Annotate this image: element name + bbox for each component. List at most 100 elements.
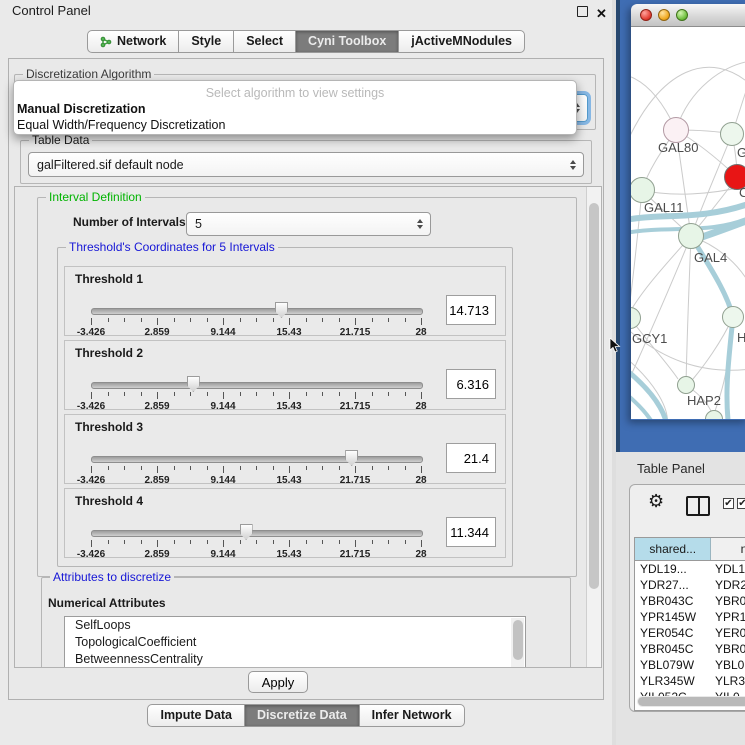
- threshold-value-input[interactable]: [446, 443, 496, 473]
- numerical-attributes-list[interactable]: SelfLoopsTopologicalCoefficientBetweenne…: [64, 616, 526, 668]
- float-window-icon[interactable]: [577, 6, 588, 17]
- slider-track[interactable]: [91, 456, 423, 463]
- slider-track[interactable]: [91, 382, 423, 389]
- network-node-ga[interactable]: [720, 122, 744, 146]
- network-icon: [100, 36, 112, 48]
- table-cell: YBR0: [712, 593, 745, 609]
- split-columns-icon[interactable]: [686, 496, 710, 516]
- table-data-combobox[interactable]: galFiltered.sif default node: [28, 152, 584, 177]
- attribute-item-selfloops[interactable]: SelfLoops: [65, 617, 525, 634]
- slider-tick-labels: -3.4262.8599.14415.4321.71528: [91, 401, 421, 413]
- threshold-value-input[interactable]: [446, 369, 496, 399]
- settings-scroll-area: Interval Definition Number of Intervals …: [14, 186, 602, 668]
- tab-discretize-data[interactable]: Discretize Data: [244, 704, 360, 727]
- control-panel-titlebar: Control Panel ✕: [0, 0, 612, 22]
- tab-label: Style: [191, 31, 221, 52]
- dropdown-options: Manual DiscretizationEqual Width/Frequen…: [14, 102, 576, 133]
- threshold-panel: Threshold 3 -3.4262.8599.14415.4321.7152…: [64, 414, 506, 484]
- group-label-discretization-algorithm: Discretization Algorithm: [23, 67, 154, 81]
- gear-icon[interactable]: ⚙: [648, 491, 664, 512]
- slider-tick-labels: -3.4262.8599.14415.4321.71528: [91, 475, 421, 487]
- table-cell: YPR145W: [635, 609, 712, 625]
- tab-style[interactable]: Style: [178, 30, 234, 53]
- table-row[interactable]: YPR145WYPR1: [635, 609, 745, 625]
- threshold-value-input[interactable]: [446, 295, 496, 325]
- checkbox-icon[interactable]: ✔: [737, 498, 745, 509]
- slider-thumb[interactable]: [275, 302, 288, 318]
- network-node-hap2[interactable]: [677, 376, 695, 394]
- network-node-gal4[interactable]: [678, 223, 704, 249]
- threshold-slider[interactable]: -3.4262.8599.14415.4321.71528: [91, 379, 421, 411]
- table-data-combo-value: galFiltered.sif default node: [37, 158, 184, 172]
- tab-cyni-toolbox[interactable]: Cyni Toolbox: [295, 30, 399, 53]
- algorithm-option-equal-width-frequency-discretization[interactable]: Equal Width/Frequency Discretization: [14, 118, 576, 134]
- tab-select[interactable]: Select: [233, 30, 296, 53]
- table-row[interactable]: YBR045CYBR0: [635, 641, 745, 657]
- tab-label: Discretize Data: [257, 705, 347, 726]
- zoom-traffic-light-icon[interactable]: [676, 9, 688, 21]
- algorithm-option-manual-discretization[interactable]: Manual Discretization: [14, 102, 576, 118]
- network-window-titlebar: [631, 4, 745, 27]
- desktop-edge: [616, 0, 620, 452]
- tab-infer-network[interactable]: Infer Network: [359, 704, 465, 727]
- slider-thumb[interactable]: [187, 376, 200, 392]
- table-row[interactable]: YDR27...YDR2: [635, 577, 745, 593]
- threshold-panel: Threshold 4 -3.4262.8599.14415.4321.7152…: [64, 488, 506, 558]
- slider-track[interactable]: [91, 530, 423, 537]
- tab-label: Cyni Toolbox: [308, 31, 386, 52]
- attribute-item-betweennesscentrality[interactable]: BetweennessCentrality: [65, 651, 525, 668]
- number-of-intervals-spinner[interactable]: 5: [186, 212, 431, 236]
- list-scrollbar[interactable]: [511, 618, 524, 668]
- screenshot-root: Control Panel ✕ Network Style Select Cyni T…: [0, 0, 745, 745]
- slider-ticks: [91, 392, 421, 400]
- threshold-value-input[interactable]: [446, 517, 496, 547]
- node-label: H: [737, 330, 745, 345]
- attribute-item-topologicalcoefficient[interactable]: TopologicalCoefficient: [65, 634, 525, 651]
- column-header-1[interactable]: na: [711, 538, 745, 560]
- slider-thumb[interactable]: [345, 450, 358, 466]
- table-row[interactable]: YER054CYER0: [635, 625, 745, 641]
- table-cell: YBR0: [712, 641, 745, 657]
- slider-ticks: [91, 318, 421, 326]
- slider-track[interactable]: [91, 308, 423, 315]
- apply-button[interactable]: Apply: [248, 671, 308, 693]
- threshold-label: Threshold 4: [75, 494, 143, 508]
- table-row[interactable]: YDL19...YDL1: [635, 561, 745, 577]
- tab-jactivemnodules[interactable]: jActiveMNodules: [398, 30, 525, 53]
- number-of-intervals-value: 5: [195, 217, 202, 231]
- threshold-slider[interactable]: -3.4262.8599.14415.4321.71528: [91, 453, 421, 485]
- close-icon[interactable]: ✕: [596, 3, 607, 25]
- checkbox-icon[interactable]: ✔: [723, 498, 734, 509]
- node-table: shared...na YDL19...YDL1YDR27...YDR2YBR0…: [634, 537, 745, 711]
- control-panel: Control Panel ✕ Network Style Select Cyni T…: [0, 0, 612, 745]
- node-label: HAP2: [687, 393, 721, 408]
- close-traffic-light-icon[interactable]: [640, 9, 652, 21]
- table-row[interactable]: YLR345WYLR3: [635, 673, 745, 689]
- table-panel-title: Table Panel: [637, 461, 705, 476]
- slider-ticks: [91, 466, 421, 474]
- threshold-slider[interactable]: -3.4262.8599.14415.4321.71528: [91, 305, 421, 337]
- settings-scrollbar[interactable]: [586, 187, 601, 667]
- threshold-label: Threshold 3: [75, 420, 143, 434]
- network-node-h[interactable]: [722, 306, 744, 328]
- table-row[interactable]: YBL079WYBL0: [635, 657, 745, 673]
- panel-title: Control Panel: [12, 3, 91, 18]
- horizontal-scrollbar[interactable]: [637, 696, 745, 707]
- scrollbar-thumb[interactable]: [589, 203, 599, 589]
- tab-network[interactable]: Network: [87, 30, 179, 53]
- table-cell: YDL1: [712, 561, 745, 577]
- threshold-slider[interactable]: -3.4262.8599.14415.4321.71528: [91, 527, 421, 559]
- slider-tick-labels: -3.4262.8599.14415.4321.71528: [91, 549, 421, 561]
- table-cell: YBL0: [712, 657, 744, 673]
- table-cell: YER054C: [635, 625, 712, 641]
- hscroll-thumb[interactable]: [638, 697, 745, 706]
- column-header-0[interactable]: shared...: [635, 538, 711, 560]
- tab-impute-data[interactable]: Impute Data: [147, 704, 245, 727]
- slider-thumb[interactable]: [240, 524, 253, 540]
- spinner-arrows-icon: [417, 219, 423, 229]
- table-cell: YDR27...: [635, 577, 712, 593]
- network-canvas[interactable]: GAL80GACGAL11GAL4GCY1HHAP2: [631, 27, 745, 419]
- mouse-cursor: [609, 338, 621, 354]
- minimize-traffic-light-icon[interactable]: [658, 9, 670, 21]
- table-row[interactable]: YBR043CYBR0: [635, 593, 745, 609]
